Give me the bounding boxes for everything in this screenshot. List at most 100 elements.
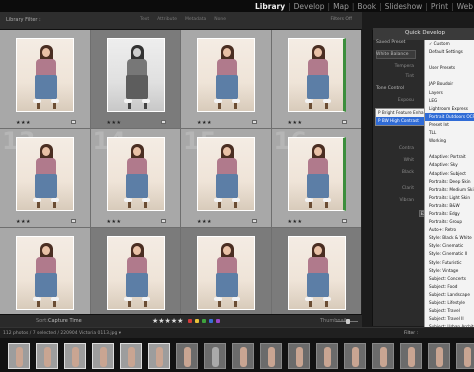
preset-menu-item[interactable]: Default Settings xyxy=(425,48,474,56)
preset-menu-item[interactable]: Subject: Lifestyle xyxy=(425,299,474,307)
module-develop[interactable]: Develop xyxy=(293,2,326,11)
grid-cell[interactable]: ★★★ xyxy=(271,30,361,128)
sort-select[interactable]: Capture Time xyxy=(48,318,82,324)
filmstrip-thumbnail[interactable] xyxy=(148,343,170,369)
preset-menu-item[interactable]: Portrait Outdoors OCF xyxy=(425,112,474,121)
filmstrip-thumbnail[interactable] xyxy=(400,343,422,369)
preset-menu-item[interactable]: Subject: Travel II xyxy=(425,315,474,323)
star-rating[interactable]: ★★★ xyxy=(107,120,122,126)
photo-thumbnail[interactable] xyxy=(197,137,255,211)
filmstrip-thumbnail[interactable] xyxy=(344,343,366,369)
preset-menu-item[interactable]: Preset Int xyxy=(425,121,474,129)
color-label-swatch[interactable] xyxy=(188,319,192,323)
panel-row-label[interactable]: Tone Control xyxy=(376,86,404,91)
preset-menu-item[interactable]: Portraits: B&W xyxy=(425,202,474,210)
module-web[interactable]: Web xyxy=(456,2,474,11)
star-rating[interactable]: ★★★ xyxy=(197,219,212,225)
grid-cell[interactable]: ★★★ xyxy=(181,30,271,128)
star-rating[interactable]: ★★★ xyxy=(16,219,31,225)
preset-menu-item[interactable]: Portraits: Deep Skin xyxy=(425,178,474,186)
filter-tab-attribute[interactable]: Attribute xyxy=(157,17,177,22)
filmstrip-thumbnail[interactable] xyxy=(64,343,86,369)
filmstrip-thumbnail[interactable] xyxy=(456,343,474,369)
photo-thumbnail[interactable] xyxy=(16,137,74,211)
star-rating[interactable]: ★★★ xyxy=(16,120,31,126)
preset-menu-item[interactable]: Adaptive: Portrait xyxy=(425,153,474,161)
star-rating[interactable]: ★★★ xyxy=(288,219,303,225)
photo-thumbnail[interactable] xyxy=(16,38,74,112)
grid-cell[interactable]: ★★★ xyxy=(90,30,180,128)
selection-info[interactable]: 112 photos / 7 selected / 220904 Victori… xyxy=(3,331,121,336)
filter-tab-none[interactable]: None xyxy=(214,17,226,22)
filmstrip-thumbnail[interactable] xyxy=(232,343,254,369)
preset-menu-item[interactable]: JAP Boudoir xyxy=(425,80,474,88)
preset-menu-item[interactable]: Subject: Travel xyxy=(425,307,474,315)
preset-menu-item[interactable]: Subject: Food xyxy=(425,283,474,291)
grid-cell[interactable]: ★★★ xyxy=(0,228,90,326)
rating-filter[interactable]: ★★★★★ xyxy=(152,317,183,325)
filmstrip-thumbnail[interactable] xyxy=(36,343,58,369)
module-slideshow[interactable]: Slideshow xyxy=(384,2,424,11)
photo-thumbnail[interactable] xyxy=(106,137,165,211)
grid-cell[interactable]: 14★★★ xyxy=(90,129,180,227)
preset-menu-item[interactable]: Style: Futuristic xyxy=(425,259,474,267)
grid-cell[interactable]: ★★★ xyxy=(0,30,90,128)
preset-menu-item[interactable]: Style: Cinematic II xyxy=(425,250,474,258)
thumbnail-size-knob[interactable] xyxy=(346,319,350,324)
color-label-swatch[interactable] xyxy=(209,319,213,323)
filmstrip-thumbnail[interactable] xyxy=(288,343,310,369)
popup-preset-item[interactable]: P BW High Contrast xyxy=(376,117,426,125)
filmstrip-thumbnail[interactable] xyxy=(372,343,394,369)
preset-menu-item[interactable]: Subject: Concerts xyxy=(425,275,474,283)
grid-cell[interactable]: 13★★★ xyxy=(0,129,90,227)
preset-menu-item[interactable]: Adaptive: Sky xyxy=(425,161,474,169)
color-label-swatch[interactable] xyxy=(216,319,220,323)
filter-tab-metadata[interactable]: Metadata xyxy=(185,17,206,22)
color-label-swatch[interactable] xyxy=(195,319,199,323)
star-rating[interactable]: ★★★ xyxy=(197,120,212,126)
filmstrip-thumbnail[interactable] xyxy=(120,343,142,369)
grid-cell[interactable]: ★★★ xyxy=(181,228,271,326)
filmstrip-thumbnail[interactable] xyxy=(92,343,114,369)
preset-menu-item[interactable]: Style: Vintage xyxy=(425,267,474,275)
filmstrip-thumbnail[interactable] xyxy=(176,343,198,369)
preset-menu-item[interactable]: Adaptive: Subject xyxy=(425,170,474,178)
module-map[interactable]: Map xyxy=(332,2,350,11)
preset-menu-item[interactable]: Style: Cinematic xyxy=(425,242,474,250)
preset-menu-item[interactable]: Portraits: Light Skin xyxy=(425,194,474,202)
color-label-swatch[interactable] xyxy=(202,319,206,323)
popup-preset-item[interactable]: P Bright Feature Enhance xyxy=(376,109,426,117)
photo-thumbnail[interactable] xyxy=(197,38,255,112)
photo-thumbnail[interactable] xyxy=(197,236,255,310)
grid-cell[interactable]: 15★★★ xyxy=(181,129,271,227)
module-library[interactable]: Library xyxy=(254,2,286,11)
photo-thumbnail[interactable] xyxy=(287,137,346,211)
preset-menu-item[interactable]: Portraits: Group xyxy=(425,218,474,226)
photo-thumbnail[interactable] xyxy=(106,236,165,310)
star-rating[interactable]: ★★★ xyxy=(288,120,303,126)
panel-row-label[interactable]: Saved Preset xyxy=(376,40,405,45)
preset-menu-item[interactable]: Portraits: Medium Skin xyxy=(425,186,474,194)
preset-menu-item[interactable]: Lightroom Express xyxy=(425,105,474,113)
preset-menu-item[interactable]: Subject: Landscape xyxy=(425,291,474,299)
grid-cell[interactable]: 16★★★ xyxy=(271,129,361,227)
preset-menu-item[interactable]: User Presets xyxy=(425,64,474,72)
module-print[interactable]: Print xyxy=(430,2,449,11)
preset-menu-item[interactable]: Working xyxy=(425,137,474,145)
filmstrip-thumbnail[interactable] xyxy=(204,343,226,369)
preset-menu-item[interactable]: TLL xyxy=(425,129,474,137)
photo-thumbnail[interactable] xyxy=(106,38,165,112)
preset-menu-item[interactable]: Style: Black & White xyxy=(425,234,474,242)
panel-row-label[interactable]: White Balance xyxy=(376,52,408,57)
filmstrip-thumbnail[interactable] xyxy=(8,343,30,369)
grid-cell[interactable]: ★★★ xyxy=(271,228,361,326)
filmstrip-thumbnail[interactable] xyxy=(260,343,282,369)
star-rating[interactable]: ★★★ xyxy=(107,219,122,225)
filter-tab-text[interactable]: Text xyxy=(140,17,149,22)
preset-menu-item[interactable]: Portraits: Edgy xyxy=(425,210,474,218)
photo-thumbnail[interactable] xyxy=(287,236,346,310)
grid-cell[interactable]: ★★★ xyxy=(90,228,180,326)
photo-thumbnail[interactable] xyxy=(16,236,74,310)
preset-menu-item[interactable]: ✓ Custom xyxy=(425,40,474,48)
preset-menu-item[interactable]: Layers xyxy=(425,89,474,97)
